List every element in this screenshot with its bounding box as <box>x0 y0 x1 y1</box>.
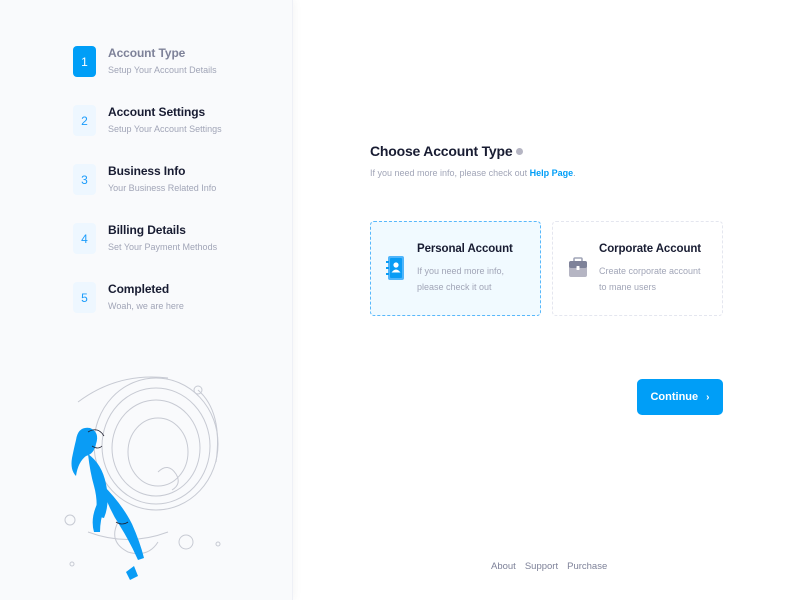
footer-purchase-link[interactable]: Purchase <box>567 561 607 572</box>
briefcase-icon <box>569 257 587 277</box>
chevron-right-icon: › <box>706 391 710 403</box>
step-number: 4 <box>73 223 96 254</box>
step-subtitle: Setup Your Account Settings <box>108 124 222 134</box>
personal-account-desc: If you need more info, please check it o… <box>417 266 505 292</box>
page-title-text: Choose Account Type <box>370 143 513 159</box>
corporate-account-option[interactable]: Corporate Account Create corporate accou… <box>552 221 723 316</box>
step-number: 5 <box>73 282 96 313</box>
step-completed[interactable]: 5 Completed Woah, we are here <box>73 282 222 341</box>
personal-account-title: Personal Account <box>417 243 513 255</box>
page-subtitle: If you need more info, please check out … <box>370 168 576 178</box>
step-title: Account Settings <box>108 105 206 119</box>
step-account-settings[interactable]: 2 Account Settings Setup Your Account Se… <box>73 105 222 164</box>
help-page-link[interactable]: Help Page <box>530 168 574 178</box>
step-title: Billing Details <box>108 223 186 237</box>
subtitle-text: If you need more info, please check out <box>370 168 530 178</box>
info-circle-icon[interactable] <box>516 148 524 155</box>
continue-button[interactable]: Continue › <box>637 379 723 415</box>
step-subtitle: Setup Your Account Details <box>108 65 217 75</box>
footer-support-link[interactable]: Support <box>525 561 558 572</box>
personal-account-option[interactable]: Personal Account If you need more info, … <box>370 221 541 316</box>
subtitle-suffix: . <box>573 168 576 178</box>
corporate-account-desc: Create corporate account to mane users <box>599 266 701 292</box>
sidebar-illustration <box>64 376 221 580</box>
stepper-nav: 1 Account Type Setup Your Account Detail… <box>73 46 222 341</box>
step-number: 3 <box>73 164 96 195</box>
footer-about-link[interactable]: About <box>491 561 516 572</box>
stepper-sidebar: 1 Account Type Setup Your Account Detail… <box>0 0 293 600</box>
step-account-type[interactable]: 1 Account Type Setup Your Account Detail… <box>73 46 222 105</box>
footer-links: About Support Purchase <box>491 561 607 572</box>
continue-label: Continue <box>650 391 699 403</box>
step-subtitle: Woah, we are here <box>108 301 184 311</box>
step-business-info[interactable]: 3 Business Info Your Business Related In… <box>73 164 222 223</box>
step-title: Account Type <box>108 46 186 60</box>
step-number: 2 <box>73 105 96 136</box>
step-title: Business Info <box>108 164 186 178</box>
corporate-account-title: Corporate Account <box>599 243 702 255</box>
step-subtitle: Your Business Related Info <box>108 183 217 193</box>
step-subtitle: Set Your Payment Methods <box>108 242 218 252</box>
step-billing-details[interactable]: 4 Billing Details Set Your Payment Metho… <box>73 223 222 282</box>
page-title: Choose Account Type <box>370 143 524 159</box>
step-number: 1 <box>73 46 96 77</box>
step-title: Completed <box>108 282 170 296</box>
contact-book-icon <box>386 256 404 280</box>
